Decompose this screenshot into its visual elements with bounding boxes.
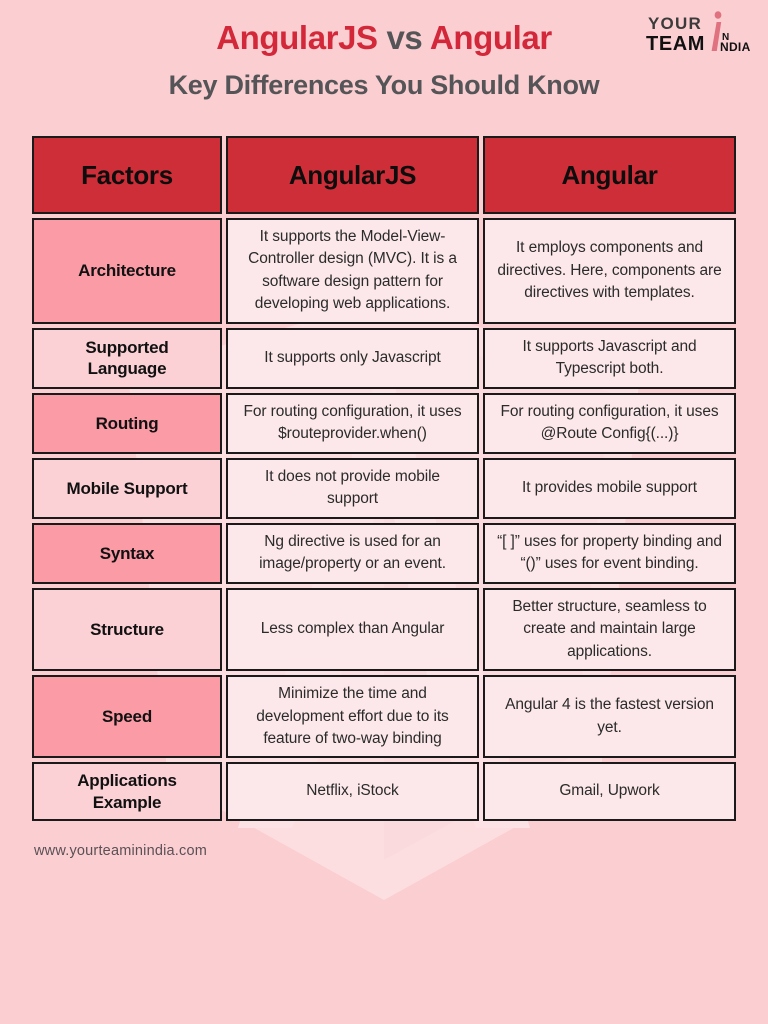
factor-cell: Structure xyxy=(32,587,222,672)
angular-cell: It employs components and directives. He… xyxy=(483,218,736,324)
table-body: Architecture It supports the Model-View-C… xyxy=(32,218,736,821)
logo-small2: NDIA xyxy=(720,40,751,54)
logo-line1: YOUR xyxy=(648,14,702,33)
angular-cell: Gmail, Upwork xyxy=(483,762,736,821)
table-header: Factors AngularJS Angular xyxy=(32,136,736,214)
table-row: Mobile Support It does not provide mobile… xyxy=(32,457,736,519)
footer-website[interactable]: www.yourteaminindia.com xyxy=(0,825,768,859)
comparison-table: Factors AngularJS Angular Architecture It… xyxy=(28,132,740,825)
factor-cell: Speed xyxy=(32,675,222,759)
angularjs-cell: It supports only Javascript xyxy=(226,327,479,389)
column-header-angular: Angular xyxy=(483,136,736,214)
factor-cell: Mobile Support xyxy=(32,457,222,519)
table-header-row: Factors AngularJS Angular xyxy=(32,136,736,214)
angular-cell: Angular 4 is the fastest version yet. xyxy=(483,675,736,759)
angularjs-cell: Netflix, iStock xyxy=(226,762,479,821)
your-team-in-india-logo[interactable]: YOUR TEAM N NDIA xyxy=(646,10,754,58)
factor-cell: Applications Example xyxy=(32,762,222,821)
angular-cell: “[ ]” uses for property binding and “()”… xyxy=(483,522,736,584)
angular-cell: For routing configuration, it uses @Rout… xyxy=(483,392,736,454)
angular-cell: It supports Javascript and Typescript bo… xyxy=(483,327,736,389)
angularjs-cell: It does not provide mobile support xyxy=(226,457,479,519)
angularjs-cell: It supports the Model-View-Controller de… xyxy=(226,218,479,324)
page-subtitle: Key Differences You Should Know xyxy=(168,70,600,101)
page-header: YOUR TEAM N NDIA AngularJS vs Angular Ke… xyxy=(0,0,768,132)
factor-cell: Syntax xyxy=(32,522,222,584)
table-row: Structure Less complex than Angular Better… xyxy=(32,587,736,672)
factor-cell: Architecture xyxy=(32,218,222,324)
table-row: Syntax Ng directive is used for an image/… xyxy=(32,522,736,584)
table-row: Applications Example Netflix, iStock Gmail… xyxy=(32,762,736,821)
column-header-angularjs: AngularJS xyxy=(226,136,479,214)
table-row: Routing For routing configuration, it use… xyxy=(32,392,736,454)
angularjs-cell: Ng directive is used for an image/proper… xyxy=(226,522,479,584)
angularjs-cell: For routing configuration, it uses $rout… xyxy=(226,392,479,454)
angularjs-cell: Less complex than Angular xyxy=(226,587,479,672)
table-row: Supported Language It supports only Javas… xyxy=(32,327,736,389)
infographic-page: YOUR TEAM N NDIA AngularJS vs Angular Ke… xyxy=(0,0,768,1024)
table-row: Speed Minimize the time and development e… xyxy=(32,675,736,759)
title-vs: vs xyxy=(386,19,423,56)
angular-cell: Better structure, seamless to create and… xyxy=(483,587,736,672)
table-row: Architecture It supports the Model-View-C… xyxy=(32,218,736,324)
angularjs-cell: Minimize the time and development effort… xyxy=(226,675,479,759)
angular-cell: It provides mobile support xyxy=(483,457,736,519)
factor-cell: Routing xyxy=(32,392,222,454)
title-angularjs: AngularJS xyxy=(216,19,378,56)
logo-line2: TEAM xyxy=(646,33,705,55)
factor-cell: Supported Language xyxy=(32,327,222,389)
title-angular: Angular xyxy=(429,19,552,56)
column-header-factors: Factors xyxy=(32,136,222,214)
